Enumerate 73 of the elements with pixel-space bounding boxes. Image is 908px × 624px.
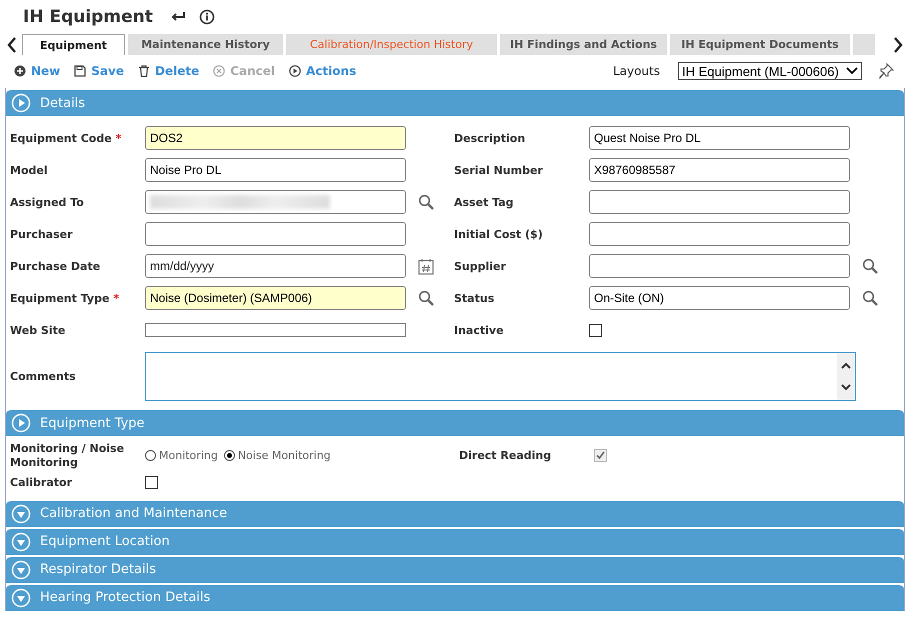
required-mark: * [113, 292, 120, 304]
checkbox[interactable] [589, 324, 602, 336]
search-icon[interactable] [862, 258, 879, 274]
radio-button[interactable] [224, 450, 235, 462]
field-label: Web Site [10, 324, 66, 336]
required-mark: * [116, 132, 122, 144]
input-field[interactable]: DOS2 [145, 126, 406, 150]
tab[interactable]: IH Equipment Documents [670, 34, 850, 55]
field-label: Supplier [454, 260, 506, 272]
field-label: Asset Tag [454, 196, 514, 208]
input-field[interactable] [589, 222, 850, 246]
tab[interactable]: IH Findings and Actions [500, 34, 667, 55]
layouts-label: Layouts [612, 64, 660, 78]
field-label: Equipment Code [10, 132, 112, 144]
play-circle-icon [289, 65, 302, 77]
field-label: Initial Cost ($) [454, 228, 543, 240]
field-label: Model [10, 164, 48, 176]
input-field[interactable]: Noise (Dosimeter) (SAMP006) [145, 286, 406, 310]
pin-icon[interactable] [878, 63, 894, 79]
input-field[interactable]: Quest Noise Pro DL [589, 126, 850, 150]
calendar-icon[interactable] [418, 258, 434, 274]
info-icon[interactable] [198, 9, 215, 25]
delete-button[interactable]: Delete [134, 64, 208, 78]
field-label: Status [454, 292, 494, 304]
radio-button[interactable] [145, 450, 156, 462]
field-label: Direct Reading [459, 449, 552, 462]
field-label: Description [454, 132, 526, 144]
field-label: Purchase Date [10, 260, 100, 272]
actions-button[interactable]: Actions [285, 64, 364, 78]
field-label: Calibrator [10, 476, 73, 489]
input-field[interactable]: mm/dd/yyyy [145, 254, 406, 278]
tab[interactable]: Maintenance History [128, 34, 283, 55]
checkbox[interactable] [145, 476, 158, 489]
field-label: Comments [10, 370, 77, 383]
section-header[interactable]: Hearing Protection Details [6, 582, 904, 610]
search-icon[interactable] [418, 290, 435, 306]
field-label: Monitoring / Noise Monitoring [10, 442, 126, 470]
trash-icon [138, 65, 150, 77]
input-field[interactable] [145, 190, 406, 214]
input-field[interactable] [145, 323, 406, 337]
input-field[interactable]: X98760985587 [589, 158, 850, 182]
section-header[interactable]: Respirator Details [6, 554, 904, 582]
input-field[interactable] [145, 222, 406, 246]
layout-select[interactable]: IH Equipment (ML-000606) [678, 62, 862, 80]
input-field[interactable]: Noise Pro DL [145, 158, 406, 182]
chevron-up-icon[interactable] [840, 360, 852, 371]
radio-label[interactable]: Monitoring [159, 449, 218, 462]
search-icon[interactable] [418, 194, 435, 210]
chevron-right-icon[interactable] [892, 36, 904, 54]
input-field[interactable] [589, 190, 850, 214]
chevron-down-icon [846, 67, 858, 75]
field-label: Equipment Type [10, 292, 110, 304]
field-label: Inactive [454, 324, 504, 336]
search-icon[interactable] [862, 290, 879, 306]
field-label: Purchaser [10, 228, 73, 240]
page-title: IH Equipment [23, 7, 153, 27]
x-circle-icon [213, 65, 226, 77]
chevron-left-icon[interactable] [6, 36, 18, 54]
comments-field[interactable] [145, 352, 856, 401]
field-label: Assigned To [10, 196, 84, 208]
input-field[interactable] [589, 254, 850, 278]
radio-label[interactable]: Noise Monitoring [238, 449, 331, 462]
section-header[interactable]: Equipment Type [6, 408, 904, 436]
section-header[interactable]: Calibration and Maintenance [6, 498, 904, 526]
chevron-down-icon[interactable] [840, 382, 852, 392]
section-header[interactable]: Details [6, 88, 904, 116]
plus-circle-icon [14, 65, 26, 77]
new-button[interactable]: New [10, 64, 68, 78]
section-header[interactable]: Equipment Location [6, 526, 904, 554]
tab[interactable]: Equipment [22, 34, 125, 55]
field-label: Serial Number [454, 164, 543, 176]
input-field[interactable]: On-Site (ON) [589, 286, 850, 310]
save-button[interactable]: Save [70, 64, 132, 78]
